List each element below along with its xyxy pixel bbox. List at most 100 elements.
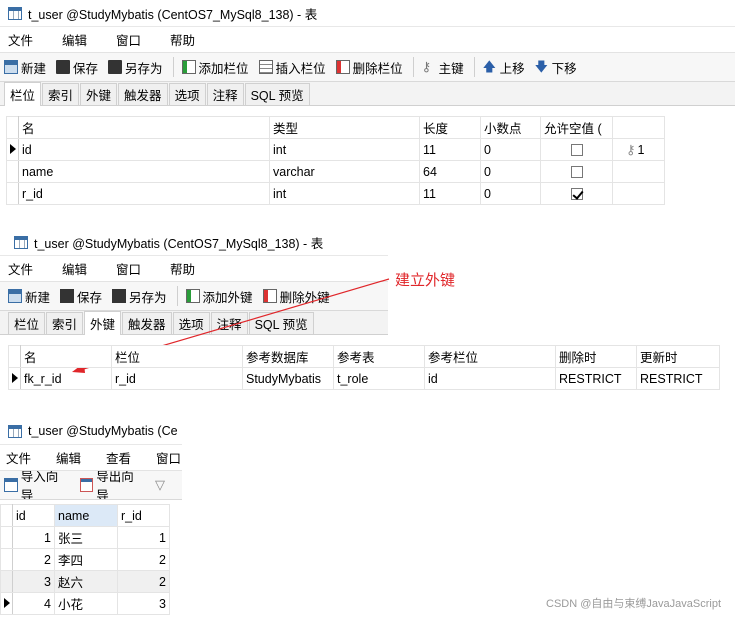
cell-decimals[interactable]: 0 <box>480 138 541 161</box>
col-header-name[interactable]: 名 <box>18 116 270 139</box>
delete-foreign-key-button[interactable]: 删除外键 <box>262 287 330 306</box>
cell-length[interactable]: 11 <box>419 138 481 161</box>
cell-name[interactable]: name <box>18 160 270 183</box>
nullable-checkbox[interactable] <box>570 166 583 179</box>
col-header-ref-table[interactable]: 参考表 <box>333 345 425 368</box>
cell-r-id[interactable]: 2 <box>117 548 170 571</box>
menu-window[interactable]: 窗口 <box>108 259 162 278</box>
tab-sql-preview[interactable]: SQL 预览 <box>244 83 310 105</box>
primary-key-button[interactable]: ⚷ 主键 <box>422 58 464 77</box>
cell-id[interactable]: 1 <box>12 526 55 549</box>
add-foreign-key-button[interactable]: 添加外键 <box>185 287 253 306</box>
add-field-button[interactable]: 添加栏位 <box>181 58 249 77</box>
save-as-button[interactable]: 另存为 <box>112 287 167 306</box>
nullable-checkbox[interactable] <box>570 144 583 157</box>
cell-id[interactable]: 3 <box>12 570 55 593</box>
table-row[interactable]: 1 张三 1 <box>0 526 170 549</box>
cell-name[interactable]: 张三 <box>54 526 118 549</box>
cell-name[interactable]: 小花 <box>54 592 118 615</box>
col-header-name[interactable]: name <box>54 504 118 527</box>
cell-name[interactable]: 李四 <box>54 548 118 571</box>
tab-triggers[interactable]: 触发器 <box>122 312 172 334</box>
cell-id[interactable]: 4 <box>12 592 55 615</box>
cell-type[interactable]: int <box>269 182 420 205</box>
col-header-key[interactable] <box>612 116 665 139</box>
tab-indexes[interactable]: 索引 <box>42 83 80 105</box>
col-header-on-update[interactable]: 更新时 <box>636 345 720 368</box>
table-row[interactable]: name varchar 64 0 <box>6 160 665 183</box>
col-header-r-id[interactable]: r_id <box>117 504 170 527</box>
tab-fields[interactable]: 栏位 <box>4 82 42 106</box>
menu-edit[interactable]: 编辑 <box>50 448 100 467</box>
tab-foreign-keys[interactable]: 外键 <box>84 311 122 335</box>
tab-indexes[interactable]: 索引 <box>46 312 84 334</box>
tab-foreign-keys[interactable]: 外键 <box>80 83 118 105</box>
cell-name[interactable]: 赵六 <box>54 570 118 593</box>
tab-comment[interactable]: 注释 <box>210 312 248 334</box>
col-header-name[interactable]: 名 <box>20 345 112 368</box>
cell-decimals[interactable]: 0 <box>480 182 541 205</box>
cell-nullable[interactable] <box>540 138 613 161</box>
col-header-type[interactable]: 类型 <box>269 116 420 139</box>
cell-r-id[interactable]: 3 <box>117 592 170 615</box>
tab-comment[interactable]: 注释 <box>206 83 244 105</box>
cell-nullable[interactable] <box>540 182 613 205</box>
new-button[interactable]: 新建 <box>8 287 50 306</box>
cell-name[interactable]: r_id <box>18 182 270 205</box>
tab-options[interactable]: 选项 <box>168 83 206 105</box>
move-up-button[interactable]: 🡅 上移 <box>483 58 525 77</box>
save-button[interactable]: 保存 <box>56 58 98 77</box>
menu-edit[interactable]: 编辑 <box>54 30 108 49</box>
menu-window[interactable]: 窗口 <box>108 30 162 49</box>
cell-ref-db[interactable]: StudyMybatis <box>242 367 334 390</box>
import-wizard-button[interactable]: 导入向导 <box>4 471 70 499</box>
filter-button[interactable]: ▽ <box>155 478 172 492</box>
menu-edit[interactable]: 编辑 <box>54 259 108 278</box>
cell-on-update[interactable]: RESTRICT <box>636 367 720 390</box>
cell-ref-table[interactable]: t_role <box>333 367 425 390</box>
nullable-checkbox-checked[interactable] <box>570 188 583 201</box>
menu-view[interactable]: 查看 <box>100 448 150 467</box>
new-button[interactable]: 新建 <box>4 58 46 77</box>
cell-length[interactable]: 64 <box>419 160 481 183</box>
col-header-nullable[interactable]: 允许空值 ( <box>540 116 613 139</box>
menu-help[interactable]: 帮助 <box>162 259 216 278</box>
tab-options[interactable]: 选项 <box>172 312 210 334</box>
insert-field-button[interactable]: 插入栏位 <box>258 58 326 77</box>
cell-type[interactable]: int <box>269 138 420 161</box>
export-wizard-button[interactable]: 导出向导 <box>79 471 146 499</box>
col-header-ref-db[interactable]: 参考数据库 <box>242 345 334 368</box>
menu-file[interactable]: 文件 <box>0 259 54 278</box>
col-header-length[interactable]: 长度 <box>419 116 481 139</box>
cell-type[interactable]: varchar <box>269 160 420 183</box>
col-header-on-delete[interactable]: 删除时 <box>555 345 637 368</box>
cell-ref-field[interactable]: id <box>424 367 556 390</box>
move-down-button[interactable]: 🡇 下移 <box>535 58 577 77</box>
table-row[interactable]: 4 小花 3 <box>0 592 170 615</box>
cell-field[interactable]: r_id <box>111 367 243 390</box>
cell-name[interactable]: id <box>18 138 270 161</box>
tab-fields[interactable]: 栏位 <box>8 312 46 334</box>
col-header-decimals[interactable]: 小数点 <box>480 116 541 139</box>
cell-r-id[interactable]: 2 <box>117 570 170 593</box>
cell-nullable[interactable] <box>540 160 613 183</box>
cell-length[interactable]: 11 <box>419 182 481 205</box>
tab-triggers[interactable]: 触发器 <box>118 83 168 105</box>
col-header-ref-field[interactable]: 参考栏位 <box>424 345 556 368</box>
cell-fk-name[interactable]: fk_r_id <box>20 367 112 390</box>
cell-on-delete[interactable]: RESTRICT <box>555 367 637 390</box>
save-button[interactable]: 保存 <box>60 287 102 306</box>
delete-field-button[interactable]: 删除栏位 <box>335 58 403 77</box>
table-row[interactable]: fk_r_id r_id StudyMybatis t_role id REST… <box>8 367 720 390</box>
table-row[interactable]: 3 赵六 2 <box>0 570 170 593</box>
menu-file[interactable]: 文件 <box>0 448 50 467</box>
table-row[interactable]: id int 11 0 ⚷ 1 <box>6 138 665 161</box>
cell-id[interactable]: 2 <box>12 548 55 571</box>
menu-window[interactable]: 窗口 <box>150 448 182 467</box>
save-as-button[interactable]: 另存为 <box>108 58 163 77</box>
menu-help[interactable]: 帮助 <box>162 30 216 49</box>
menu-file[interactable]: 文件 <box>0 30 54 49</box>
col-header-field[interactable]: 栏位 <box>111 345 243 368</box>
cell-decimals[interactable]: 0 <box>480 160 541 183</box>
col-header-id[interactable]: id <box>12 504 55 527</box>
